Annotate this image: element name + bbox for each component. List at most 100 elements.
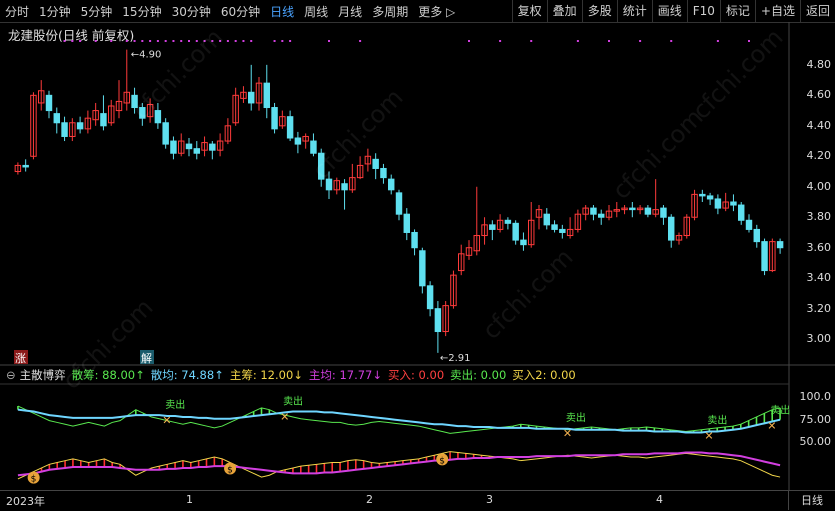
signal-dot — [188, 40, 190, 42]
period-tabs: 分时 1分钟 5分钟 15分钟 30分钟 60分钟 日线 周线 月线 多周期 更多 ▷ — [0, 3, 460, 20]
indicator-bar: ⊖ 主散博弈 散筹: 88.00↑ 散均: 74.88↑ 主筹: 12.00↓ 主均:… — [0, 366, 582, 384]
price-tick: 3.80 — [806, 210, 832, 224]
high-label: ←4.90 — [131, 50, 162, 61]
date-tick: 2 — [366, 493, 373, 506]
candle-body — [139, 107, 146, 119]
candle-body — [271, 107, 278, 130]
candle-body — [61, 122, 68, 137]
candle-body — [419, 250, 426, 287]
period-tab[interactable]: 30分钟 — [167, 3, 216, 20]
signal-dot — [79, 40, 82, 42]
period-tab[interactable]: 1分钟 — [34, 3, 76, 20]
candle-body — [318, 152, 325, 180]
signal-dot — [281, 40, 284, 42]
candle-body — [520, 239, 527, 246]
price-tick: 4.20 — [806, 149, 832, 163]
period-tab[interactable]: 月线 — [333, 3, 367, 20]
price-tick: 4.60 — [806, 88, 832, 102]
signal-dot — [211, 40, 214, 42]
price-tick: 4.00 — [806, 179, 832, 193]
period-tab[interactable]: 60分钟 — [216, 3, 265, 20]
toolbar-button[interactable]: 多股 — [581, 0, 617, 22]
zhang-tag-text: 涨 — [15, 352, 26, 365]
toolbar-button[interactable]: +自选 — [754, 0, 800, 22]
candle-body — [310, 140, 317, 154]
signal-dot — [576, 40, 579, 42]
signal-dot — [234, 40, 237, 42]
candle-body — [193, 148, 201, 154]
date-tick: 4 — [656, 493, 663, 506]
toolbar-button[interactable]: 返回 — [799, 0, 835, 22]
price-tick: 3.20 — [806, 301, 832, 315]
signal-dot — [226, 40, 229, 42]
candle-body — [706, 195, 714, 200]
jie-tag-text: 解 — [141, 351, 152, 365]
candle-body — [761, 241, 768, 272]
period-tab[interactable]: 更多 ▷ — [413, 3, 460, 20]
candle-body — [154, 110, 162, 124]
period-tab[interactable]: 日线 — [265, 3, 299, 20]
candle-body — [512, 222, 519, 241]
candle-body — [286, 116, 294, 139]
signal-dot — [748, 40, 750, 42]
signal-dot — [273, 40, 276, 42]
indicator-tick: 50.00 — [799, 435, 832, 449]
signal-dot — [289, 40, 292, 42]
candle-body — [294, 137, 302, 145]
candle-body — [776, 241, 784, 249]
candle-body — [699, 193, 706, 197]
toolbar-button[interactable]: 标记 — [719, 0, 755, 22]
kline-chart[interactable]: ←4.90 ←2.91 涨 解 ✕ 卖出 ✕ 卖出 ✕ 卖出 ✕ 卖出 ✕ 卖出 $ $ $ — [0, 22, 835, 490]
signal-dot — [94, 40, 97, 42]
candle-body — [395, 192, 403, 215]
indicator-value: 卖出: 0.00 — [450, 368, 507, 382]
toolbar-button[interactable]: 叠加 — [546, 0, 582, 22]
collapse-icon[interactable]: ⊖ — [6, 368, 16, 382]
period-tab[interactable]: 15分钟 — [117, 3, 166, 20]
toolbar-button[interactable]: 复权 — [511, 0, 547, 22]
candle-body — [543, 213, 550, 226]
candle-body — [598, 213, 605, 218]
period-tab[interactable]: 多周期 — [367, 3, 413, 20]
sell-label: 卖出 — [566, 411, 586, 424]
signal-dot — [156, 40, 159, 42]
period-tab[interactable]: 分时 — [0, 3, 34, 20]
toolbar-button[interactable]: 统计 — [616, 0, 652, 22]
date-tick: 2023年 — [6, 495, 45, 508]
indicator-name[interactable]: 主散博弈 — [20, 367, 66, 383]
indicator-value: 主均: 17.77↓ — [308, 368, 383, 382]
signal-dot — [639, 40, 642, 42]
candle-body — [590, 207, 597, 215]
sell-marker-icon: ✕ — [563, 427, 572, 440]
indicator-value: 买入2: 0.00 — [512, 368, 576, 382]
date-tick: 1 — [186, 493, 193, 506]
signal-dot — [468, 40, 470, 42]
signal-dot — [180, 40, 183, 42]
indicator-value: 散均: 74.88↑ — [150, 368, 224, 382]
signal-dot — [219, 40, 222, 42]
indicator-tick: 100.0 — [799, 389, 832, 403]
signal-dot — [250, 40, 253, 42]
money-bag-glyph: $ — [31, 475, 37, 485]
candle-body — [753, 228, 760, 243]
period-selector[interactable]: 日线 — [788, 491, 835, 510]
candle-body — [380, 167, 387, 179]
candle-body — [131, 94, 138, 109]
toolbar-button[interactable]: F10 — [686, 0, 720, 22]
sell-label: 卖出 — [770, 404, 790, 417]
signal-dot — [110, 40, 113, 42]
candle-body — [714, 198, 722, 209]
toolbar-button[interactable]: 画线 — [651, 0, 687, 22]
signal-dot — [328, 40, 330, 42]
candle-body — [668, 216, 675, 241]
price-tick: 3.60 — [806, 240, 832, 254]
toolbar-actions: 复权 叠加 多股 统计 画线 F10 标记 +自选 返回 — [511, 0, 835, 22]
signal-dot — [195, 40, 198, 42]
period-tab[interactable]: 周线 — [299, 3, 333, 20]
indicator-tick: 75.00 — [799, 412, 832, 426]
signal-dot — [670, 40, 673, 42]
candle-body — [45, 94, 53, 112]
period-tab[interactable]: 5分钟 — [76, 3, 118, 20]
sell-label: 卖出 — [283, 394, 303, 407]
signal-dot — [499, 40, 502, 42]
